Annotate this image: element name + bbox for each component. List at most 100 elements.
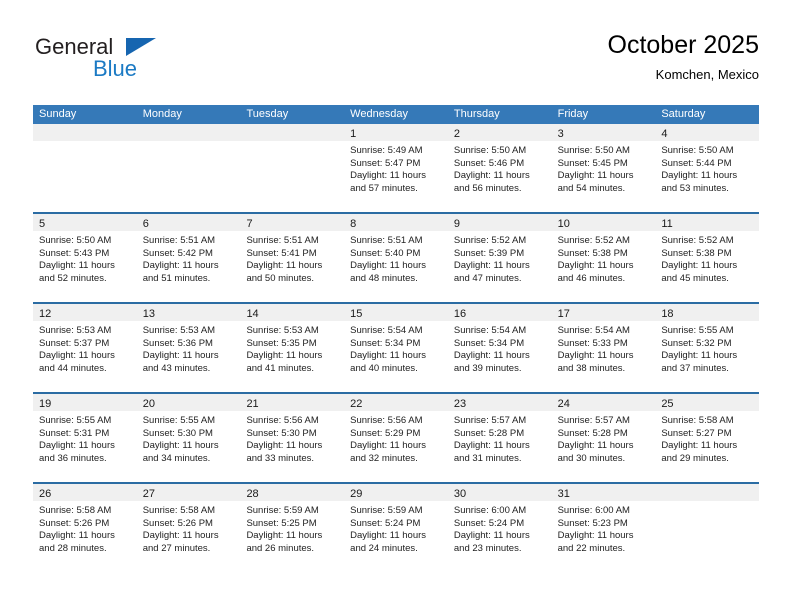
sunset-text: Sunset: 5:43 PM: [39, 247, 110, 259]
calendar-day-cell[interactable]: 2 Sunrise: 5:50 AM Sunset: 5:46 PM Daylight…: [447, 124, 552, 212]
weekday-header-thursday: Thursday: [453, 108, 500, 120]
calendar-day-cell[interactable]: 13 Sunrise: 5:53 AM Sunset: 5:36 PM Dayligh…: [136, 304, 241, 392]
day-details: Sunrise: 5:54 AM Sunset: 5:34 PM Daylight:…: [448, 321, 552, 375]
calendar-day-cell[interactable]: 10 Sunrise: 5:52 AM Sunset: 5:38 PM Dayligh…: [551, 214, 656, 302]
calendar-page: General Blue October 2025 Komchen, Mexic…: [0, 0, 792, 612]
calendar-day-cell[interactable]: 4 Sunrise: 5:50 AM Sunset: 5:44 PM Daylight…: [655, 124, 760, 212]
calendar-day-cell[interactable]: 27 Sunrise: 5:58 AM Sunset: 5:26 PM Dayligh…: [136, 484, 241, 572]
daylight-text-line2: and 54 minutes.: [557, 182, 626, 194]
calendar-day-cell[interactable]: 26 Sunrise: 5:58 AM Sunset: 5:26 PM Dayligh…: [33, 484, 137, 572]
calendar-day-cell[interactable]: 8 Sunrise: 5:51 AM Sunset: 5:40 PM Daylight…: [344, 214, 448, 302]
sunrise-text: Sunrise: 6:00 AM: [557, 505, 630, 516]
sunset-text: Sunset: 5:42 PM: [142, 247, 213, 259]
day-number: 15: [350, 308, 363, 320]
sunset-text: Sunset: 5:24 PM: [350, 517, 421, 529]
calendar-day-cell[interactable]: 17 Sunrise: 5:54 AM Sunset: 5:33 PM Dayligh…: [551, 304, 656, 392]
calendar-day-cell[interactable]: 24 Sunrise: 5:57 AM Sunset: 5:28 PM Dayligh…: [551, 394, 656, 482]
day-number: 20: [142, 398, 155, 410]
sunrise-text: Sunrise: 5:55 AM: [142, 415, 216, 426]
sunset-text: Sunset: 5:41 PM: [246, 247, 317, 259]
day-details: Sunrise: 5:49 AM Sunset: 5:47 PM Daylight:…: [344, 141, 448, 195]
day-details: Sunrise: 5:51 AM Sunset: 5:40 PM Daylight:…: [344, 231, 448, 285]
day-details: Sunrise: 5:57 AM Sunset: 5:28 PM Daylight:…: [552, 411, 656, 465]
daylight-text-line1: Daylight: 11 hours: [350, 170, 427, 182]
calendar-day-cell[interactable]: 30 Sunrise: 6:00 AM Sunset: 5:24 PM Dayligh…: [447, 484, 552, 572]
sunset-text: Sunset: 5:31 PM: [39, 427, 110, 439]
calendar-day-cell[interactable]: 21 Sunrise: 5:56 AM Sunset: 5:30 PM Dayligh…: [240, 394, 345, 482]
weekday-header-saturday: Saturday: [661, 108, 706, 120]
calendar-day-cell[interactable]: 7 Sunrise: 5:51 AM Sunset: 5:41 PM Daylight…: [240, 214, 345, 302]
calendar-day-cell[interactable]: 19 Sunrise: 5:55 AM Sunset: 5:31 PM Dayligh…: [33, 394, 137, 482]
daylight-text-line2: and 47 minutes.: [453, 272, 522, 284]
sunrise-text: Sunrise: 5:51 AM: [142, 235, 216, 246]
calendar-day-cell[interactable]: 1 Sunrise: 5:49 AM Sunset: 5:47 PM Daylight…: [344, 124, 448, 212]
calendar-day-cell[interactable]: 15 Sunrise: 5:54 AM Sunset: 5:34 PM Dayligh…: [344, 304, 448, 392]
day-number-strip: 13: [136, 304, 241, 321]
daylight-text-line2: and 51 minutes.: [142, 272, 211, 284]
calendar-day-cell[interactable]: 12 Sunrise: 5:53 AM Sunset: 5:37 PM Dayligh…: [33, 304, 137, 392]
day-number-strip: 7: [240, 214, 345, 231]
day-number: 13: [142, 308, 155, 320]
page-subtitle: Komchen, Mexico: [655, 67, 759, 82]
general-blue-logo[interactable]: General Blue: [33, 34, 253, 90]
calendar-day-cell[interactable]: 25 Sunrise: 5:58 AM Sunset: 5:27 PM Dayligh…: [655, 394, 760, 482]
day-number-strip: 3: [551, 124, 656, 141]
day-number: 28: [246, 488, 259, 500]
day-number-strip: 21: [240, 394, 345, 411]
day-details: Sunrise: 5:58 AM Sunset: 5:26 PM Daylight:…: [137, 501, 241, 555]
day-details: Sunrise: 5:53 AM Sunset: 5:36 PM Daylight:…: [137, 321, 241, 375]
daylight-text-line2: and 52 minutes.: [39, 272, 107, 284]
calendar-day-cell[interactable]: 16 Sunrise: 5:54 AM Sunset: 5:34 PM Dayligh…: [447, 304, 552, 392]
day-details: Sunrise: 5:55 AM Sunset: 5:30 PM Daylight:…: [137, 411, 241, 465]
sunset-text: Sunset: 5:46 PM: [453, 157, 525, 169]
day-number: 12: [39, 308, 52, 320]
day-number-strip: 23: [447, 394, 552, 411]
day-details: Sunrise: 5:54 AM Sunset: 5:33 PM Daylight:…: [552, 321, 656, 375]
calendar-day-cell[interactable]: 14 Sunrise: 5:53 AM Sunset: 5:35 PM Dayligh…: [240, 304, 345, 392]
day-number-strip: [33, 124, 137, 141]
calendar-day-cell[interactable]: 18 Sunrise: 5:55 AM Sunset: 5:32 PM Dayligh…: [655, 304, 760, 392]
daylight-text-line2: and 22 minutes.: [557, 542, 626, 554]
calendar-day-cell[interactable]: 29 Sunrise: 5:59 AM Sunset: 5:24 PM Dayligh…: [344, 484, 448, 572]
daylight-text-line1: Daylight: 11 hours: [39, 260, 115, 272]
daylight-text-line2: and 28 minutes.: [39, 542, 107, 554]
daylight-text-line2: and 39 minutes.: [453, 362, 522, 374]
day-number: 14: [246, 308, 259, 320]
calendar-day-cell[interactable]: 22 Sunrise: 5:56 AM Sunset: 5:29 PM Dayligh…: [344, 394, 448, 482]
daylight-text-line2: and 33 minutes.: [246, 452, 315, 464]
calendar-week-row: 19 Sunrise: 5:55 AM Sunset: 5:31 PM Dayligh…: [33, 392, 760, 482]
day-details: Sunrise: 5:55 AM Sunset: 5:31 PM Daylight:…: [33, 411, 137, 465]
calendar-day-cell[interactable]: 11 Sunrise: 5:52 AM Sunset: 5:38 PM Dayligh…: [655, 214, 760, 302]
day-details: Sunrise: 5:59 AM Sunset: 5:25 PM Daylight:…: [240, 501, 344, 555]
daylight-text-line2: and 29 minutes.: [661, 452, 729, 464]
day-details: Sunrise: 5:50 AM Sunset: 5:44 PM Daylight:…: [655, 141, 759, 195]
calendar-day-cell[interactable]: 9 Sunrise: 5:52 AM Sunset: 5:39 PM Daylight…: [447, 214, 552, 302]
day-number-strip: 2: [447, 124, 552, 141]
calendar-day-cell[interactable]: 20 Sunrise: 5:55 AM Sunset: 5:30 PM Dayligh…: [136, 394, 241, 482]
daylight-text-line1: Daylight: 11 hours: [246, 350, 323, 362]
calendar-day-cell[interactable]: 6 Sunrise: 5:51 AM Sunset: 5:42 PM Daylight…: [136, 214, 241, 302]
calendar-day-cell[interactable]: 3 Sunrise: 5:50 AM Sunset: 5:45 PM Daylight…: [551, 124, 656, 212]
day-number: 4: [661, 128, 668, 140]
calendar-grid: Sunday Monday Tuesday Wednesday Thursday…: [33, 105, 760, 572]
sunset-text: Sunset: 5:23 PM: [557, 517, 628, 529]
day-number: 16: [453, 308, 467, 320]
day-details: Sunrise: 5:55 AM Sunset: 5:32 PM Daylight:…: [655, 321, 759, 375]
calendar-day-cell[interactable]: 31 Sunrise: 6:00 AM Sunset: 5:23 PM Dayligh…: [551, 484, 656, 572]
sunrise-text: Sunrise: 5:50 AM: [39, 235, 112, 246]
calendar-day-cell[interactable]: 5 Sunrise: 5:50 AM Sunset: 5:43 PM Daylight…: [33, 214, 137, 302]
daylight-text-line2: and 40 minutes.: [350, 362, 418, 374]
calendar-day-cell-empty: [136, 124, 241, 212]
sunrise-text: Sunrise: 5:54 AM: [557, 325, 630, 336]
title-block: October 2025 Komchen, Mexico: [608, 30, 760, 85]
day-number: 18: [661, 308, 674, 320]
day-details: Sunrise: 5:53 AM Sunset: 5:35 PM Daylight:…: [240, 321, 344, 375]
calendar-day-cell[interactable]: 23 Sunrise: 5:57 AM Sunset: 5:28 PM Dayligh…: [447, 394, 552, 482]
daylight-text-line2: and 37 minutes.: [661, 362, 729, 374]
day-number: 31: [557, 488, 570, 500]
day-details: Sunrise: 5:51 AM Sunset: 5:41 PM Daylight:…: [240, 231, 344, 285]
page-header: General Blue October 2025 Komchen, Mexic…: [33, 30, 759, 92]
calendar-day-cell[interactable]: 28 Sunrise: 5:59 AM Sunset: 5:25 PM Dayligh…: [240, 484, 345, 572]
sunrise-text: Sunrise: 5:51 AM: [350, 235, 423, 246]
day-number-strip: 8: [344, 214, 448, 231]
